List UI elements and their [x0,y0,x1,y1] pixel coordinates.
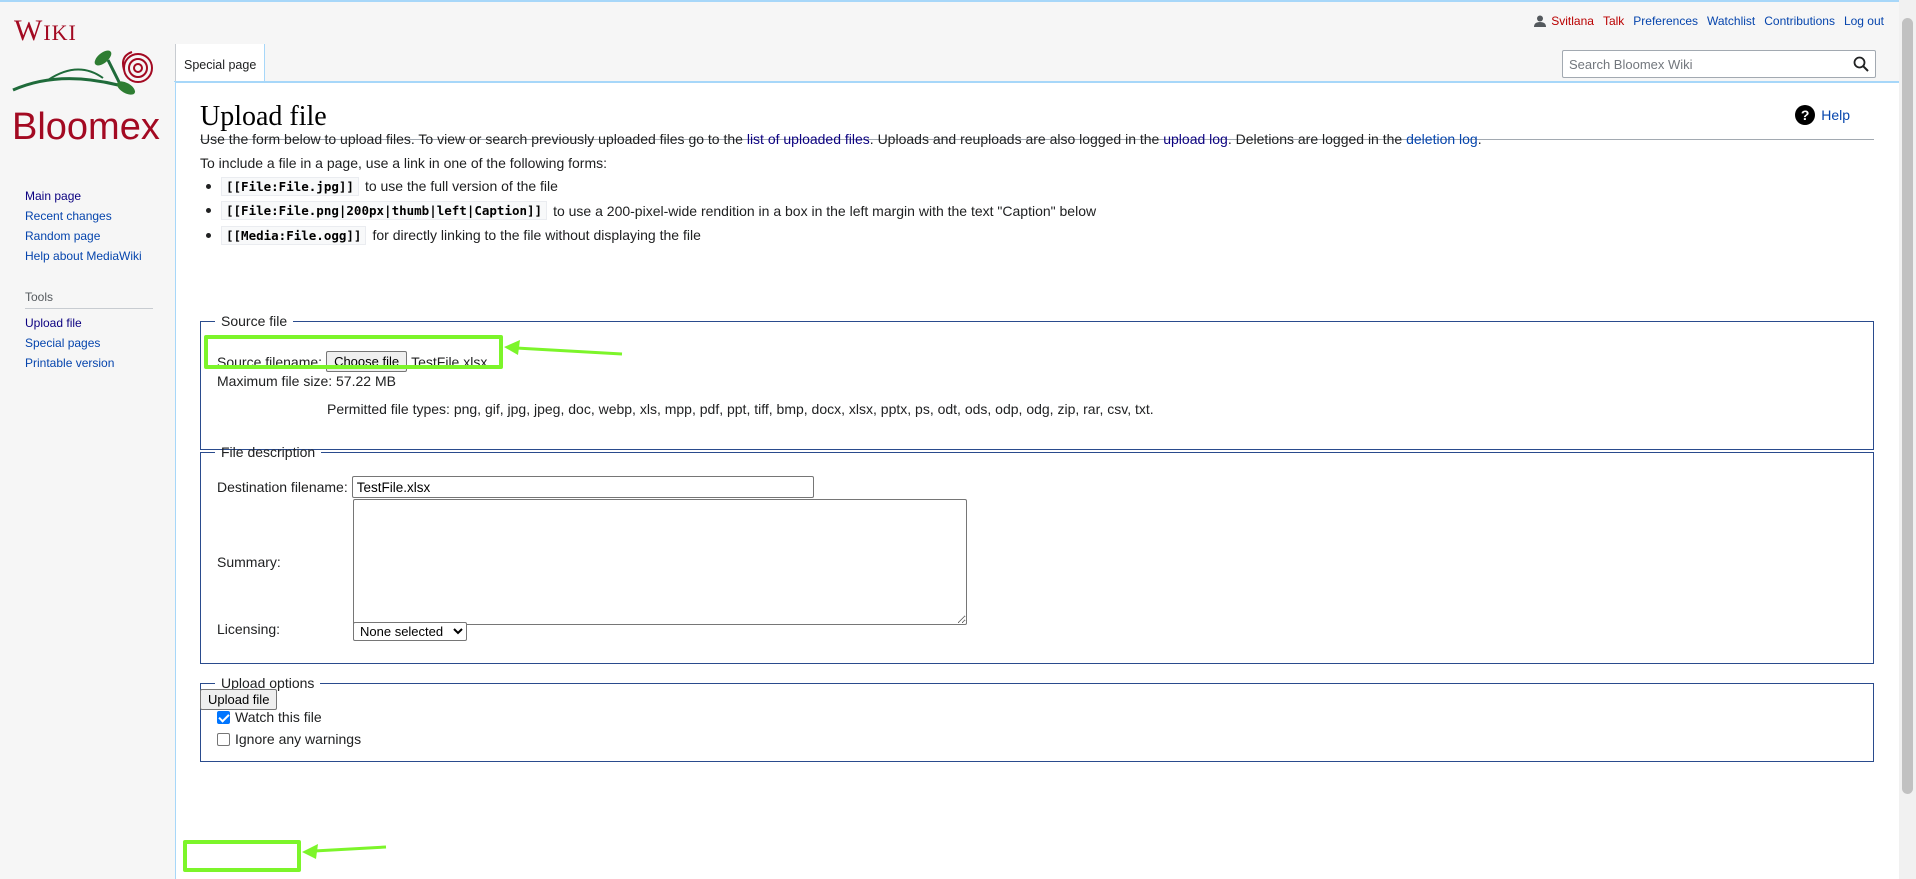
page-title: Upload file [200,101,327,132]
help-link-container[interactable]: ? Help [1795,105,1850,125]
intro-text-line: Use the form below to upload files. To v… [200,130,1482,147]
deletion-log-link[interactable]: deletion log [1406,131,1478,147]
include-instructions: To include a file in a page, use a link … [200,155,608,171]
sidebar-item-help[interactable]: Help about MediaWiki [25,249,142,263]
destination-filename-input[interactable] [351,476,814,498]
scrollbar-thumb[interactable] [1902,18,1913,794]
watch-file-checkbox[interactable] [217,710,230,724]
talk-link[interactable]: Talk [1603,14,1624,28]
scrollbar[interactable] [1899,0,1916,879]
chosen-file-name: TestFile.xlsx [411,353,488,370]
list-item: [[File:File.jpg]] to use the full version… [206,174,1096,199]
ignore-warnings-checkbox[interactable] [217,732,230,746]
list-item: [[File:File.png|200px|thumb|left|Caption… [206,199,1096,224]
sidebar-item-main-page[interactable]: Main page [25,189,81,203]
summary-label: Summary: [217,554,281,570]
site-logo[interactable]: WIKI Bloomex [8,10,168,150]
top-accent-line [0,0,1916,2]
personal-tools: Svitlana Talk Preferences Watchlist Cont… [1534,14,1884,28]
ignore-warnings-label: Ignore any warnings [235,731,362,747]
sidebar: Main page Recent changes Random page Hel… [25,186,155,373]
sidebar-navigation: Main page Recent changes Random page Hel… [25,186,155,266]
sidebar-tools: Upload file Special pages Printable vers… [25,313,155,373]
choose-file-button[interactable]: Choose file [326,351,408,372]
link-forms-list: [[File:File.jpg]] to use the full version… [206,174,1096,248]
watch-file-row[interactable]: Watch this file [217,709,322,725]
source-filename-row: Source filename: Choose file TestFile.xl… [217,351,487,372]
help-icon[interactable]: ? [1795,105,1816,125]
source-file-fieldset: Source file Source filename: Choose file… [200,313,1874,450]
sidebar-item-random-page[interactable]: Random page [25,229,100,243]
upload-options-fieldset: Upload options Watch this file Ignore an… [200,675,1874,762]
permitted-file-types: Permitted file types: png, gif, jpg, jpe… [327,401,1154,417]
user-page-link[interactable]: Svitlana [1551,14,1594,28]
watchlist-link[interactable]: Watchlist [1707,14,1755,28]
search-box [1562,50,1876,78]
preferences-link[interactable]: Preferences [1633,14,1698,28]
upload-log-link[interactable]: upload log [1163,131,1228,147]
list-of-uploaded-files-link[interactable]: list of uploaded files [747,131,870,147]
user-icon [1534,15,1547,27]
file-description-fieldset: File description Destination filename: S… [200,444,1874,664]
sidebar-tools-heading: Tools [25,290,153,309]
search-input[interactable] [1563,51,1833,77]
logo-brand-text: Bloomex [12,106,160,148]
tab-special-page[interactable]: Special page [175,44,266,82]
upload-file-button[interactable]: Upload file [200,689,278,710]
source-filename-label: Source filename: [217,353,323,370]
watch-file-label: Watch this file [235,709,322,725]
destination-filename-label: Destination filename: [217,479,348,495]
destination-filename-row: Destination filename: [217,476,814,498]
max-file-size: Maximum file size: 57.22 MB [217,373,396,389]
help-link[interactable]: Help [1821,107,1850,123]
contributions-link[interactable]: Contributions [1764,14,1835,28]
search-icon[interactable] [1853,56,1869,75]
logout-link[interactable]: Log out [1844,14,1884,28]
sidebar-item-printable-version[interactable]: Printable version [25,356,114,370]
summary-textarea[interactable] [353,499,967,625]
ignore-warnings-row[interactable]: Ignore any warnings [217,731,361,747]
rose-icon [12,50,153,95]
licensing-label: Licensing: [217,621,281,637]
sidebar-item-special-pages[interactable]: Special pages [25,336,100,350]
main-content: Upload file ? Help Use the form below to… [175,82,1899,879]
sidebar-item-upload-file[interactable]: Upload file [25,316,82,330]
sidebar-item-recent-changes[interactable]: Recent changes [25,209,112,223]
file-description-legend: File description [221,444,316,460]
list-item: [[Media:File.ogg]] for directly linking t… [206,223,1096,248]
source-file-legend: Source file [221,313,288,329]
licensing-select[interactable]: None selected [353,622,467,641]
